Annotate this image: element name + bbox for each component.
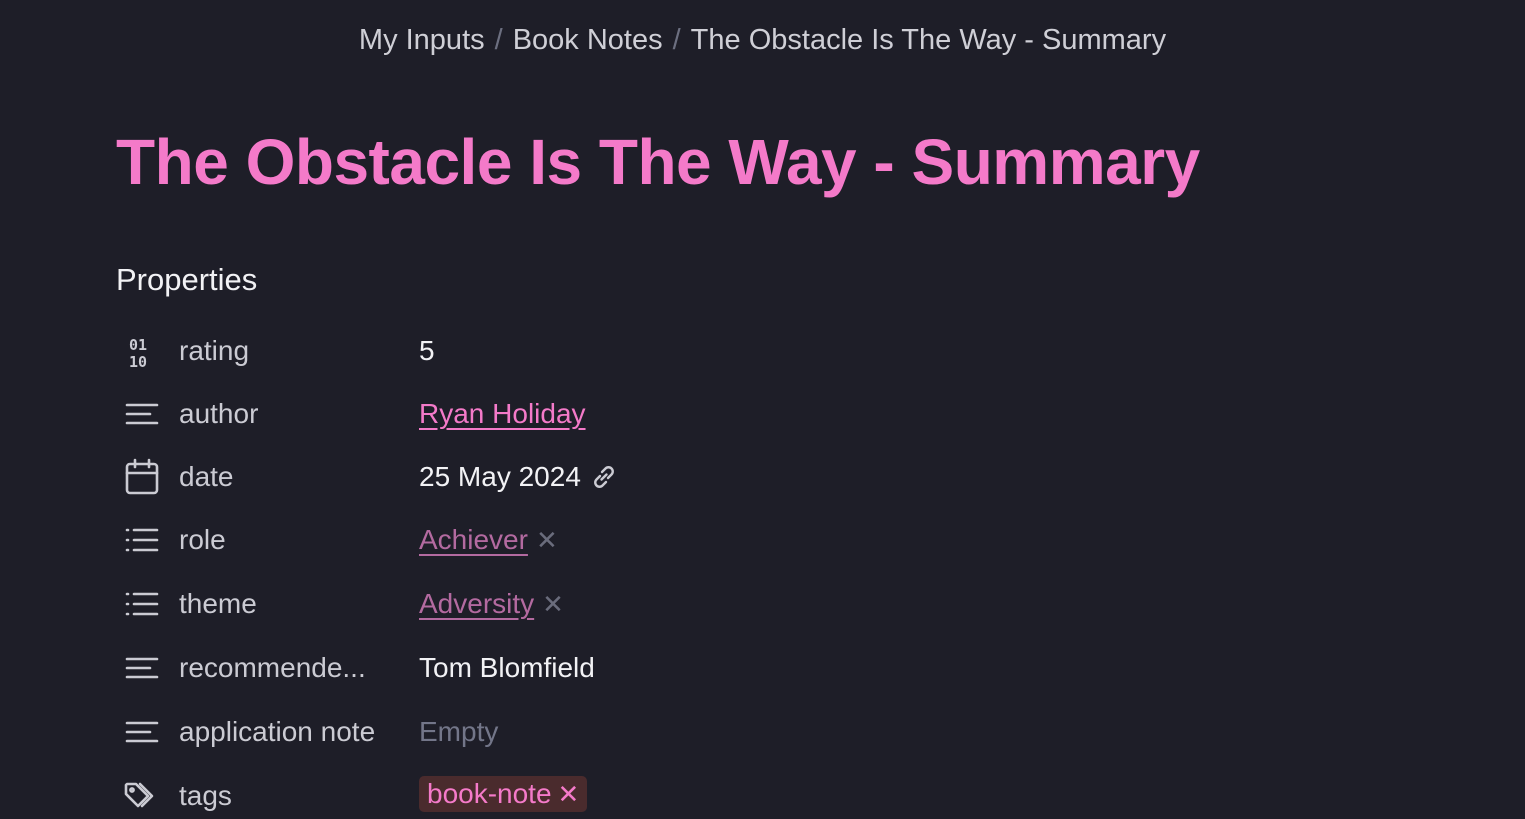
property-name[interactable]: author <box>179 394 258 434</box>
breadcrumb-item-book-notes[interactable]: Book Notes <box>513 24 663 56</box>
link-icon[interactable] <box>589 462 619 492</box>
breadcrumb-item-my-inputs[interactable]: My Inputs <box>359 24 485 56</box>
date-value[interactable]: 25 May 2024 <box>419 457 581 497</box>
number-icon: 01 10 <box>122 331 162 371</box>
role-link[interactable]: Achiever <box>419 520 528 560</box>
breadcrumb-separator: / <box>494 24 503 56</box>
property-name[interactable]: theme <box>179 584 257 624</box>
note-page: My Inputs / Book Notes / The Obstacle Is The… <box>0 0 1525 819</box>
property-row-recommended: recommende... Tom Blomfield <box>116 640 1016 696</box>
property-row-role: role Achiever ✕ <box>116 512 1016 568</box>
property-row-date: date 25 May 2024 <box>116 449 1016 505</box>
breadcrumb-item-current-note[interactable]: The Obstacle Is The Way - Summary <box>691 24 1166 56</box>
remove-icon[interactable]: ✕ <box>536 520 558 560</box>
tags-icon <box>122 776 162 816</box>
property-row-tags: tags book-note ✕ <box>116 768 1016 818</box>
properties-heading[interactable]: Properties <box>116 260 257 300</box>
property-value-recommended[interactable]: Tom Blomfield <box>419 648 595 688</box>
property-name[interactable]: role <box>179 520 226 560</box>
tag-label[interactable]: book-note <box>427 776 552 812</box>
property-value-theme: Adversity ✕ <box>419 584 564 624</box>
text-lines-icon <box>122 648 162 688</box>
property-value-role: Achiever ✕ <box>419 520 558 560</box>
property-name[interactable]: application note <box>179 712 375 752</box>
property-row-theme: theme Adversity ✕ <box>116 576 1016 632</box>
text-lines-icon <box>122 394 162 434</box>
text-lines-icon <box>122 712 162 752</box>
property-value-author-link[interactable]: Ryan Holiday <box>419 394 586 434</box>
svg-text:10: 10 <box>129 353 147 371</box>
tag-pill[interactable]: book-note ✕ <box>419 774 588 814</box>
property-value-rating[interactable]: 5 <box>419 331 435 371</box>
property-name[interactable]: date <box>179 457 234 497</box>
remove-icon[interactable]: ✕ <box>558 774 580 814</box>
property-value-application-note[interactable]: Empty <box>419 712 498 752</box>
property-row-application-note: application note Empty <box>116 704 1016 760</box>
calendar-icon <box>122 457 162 497</box>
property-name[interactable]: rating <box>179 331 249 371</box>
property-value-date[interactable]: 25 May 2024 <box>419 457 619 497</box>
breadcrumb: My Inputs / Book Notes / The Obstacle Is The… <box>0 20 1525 60</box>
theme-link[interactable]: Adversity <box>419 584 534 624</box>
breadcrumb-separator: / <box>672 24 681 56</box>
svg-text:01: 01 <box>129 336 147 354</box>
property-row-rating: 01 10 rating 5 <box>116 323 1016 379</box>
property-value-tags: book-note ✕ <box>419 774 588 814</box>
property-row-author: author Ryan Holiday <box>116 386 1016 442</box>
list-icon <box>122 584 162 624</box>
property-name[interactable]: tags <box>179 776 232 816</box>
list-icon <box>122 520 162 560</box>
remove-icon[interactable]: ✕ <box>542 584 564 624</box>
property-name[interactable]: recommende... <box>179 648 366 688</box>
page-title[interactable]: The Obstacle Is The Way - Summary <box>116 122 1200 202</box>
